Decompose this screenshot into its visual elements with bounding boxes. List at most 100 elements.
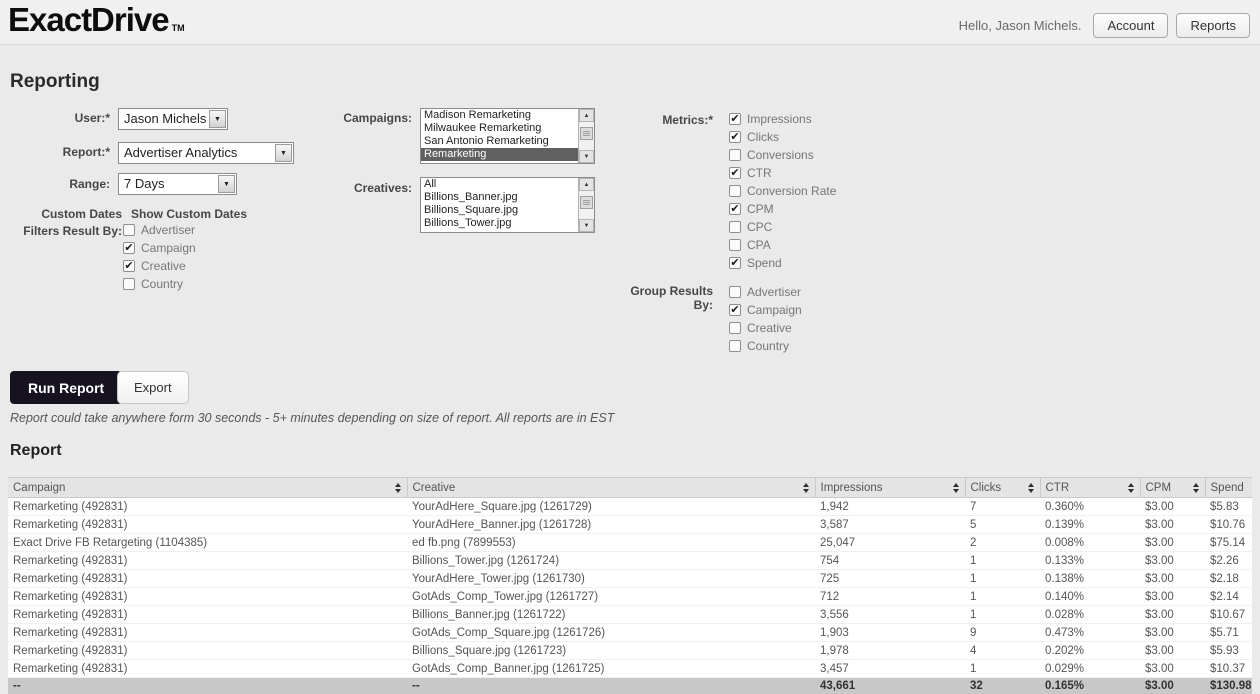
- checkbox-label: CTR: [747, 166, 772, 180]
- range-select[interactable]: 7 Days ▼: [118, 173, 237, 195]
- checked-icon: ✔: [729, 203, 741, 215]
- metrics-checkbox-group: ✔ Impressions ✔ Clicks Conversions ✔ CTR Conver…: [729, 110, 836, 272]
- table-cell: $5.93: [1205, 641, 1252, 660]
- list-option-billions-banner-jpg[interactable]: Billions_Banner.jpg: [421, 191, 578, 204]
- unchecked-icon: [729, 340, 741, 352]
- account-button[interactable]: Account: [1093, 13, 1169, 38]
- totals-cell: 32: [965, 677, 1040, 694]
- chevron-down-icon[interactable]: ▼: [209, 110, 226, 128]
- show-custom-dates-link[interactable]: Show Custom Dates: [131, 207, 247, 221]
- table-row: Remarketing (492831) GotAds_Comp_Banner.j…: [8, 659, 1252, 678]
- campaigns-listbox[interactable]: Madison Remarketing Milwaukee Remarketing…: [420, 108, 595, 164]
- scrollbar-thumb[interactable]: [580, 127, 593, 140]
- checkbox-label: Country: [141, 277, 184, 291]
- list-option-milwaukee-remarketing[interactable]: Milwaukee Remarketing: [421, 122, 578, 135]
- scroll-up-arrow-icon[interactable]: ▲: [579, 109, 594, 122]
- reporting-title: Reporting: [10, 71, 100, 92]
- table-cell: 0.473%: [1040, 623, 1140, 642]
- column-header-impressions[interactable]: Impressions: [815, 477, 966, 498]
- table-cell: $3.00: [1140, 623, 1205, 642]
- sort-icon[interactable]: [802, 483, 809, 493]
- column-header-cpm[interactable]: CPM: [1140, 477, 1206, 498]
- table-row: Remarketing (492831) YourAdHere_Banner.jp…: [8, 515, 1252, 534]
- scrollbar[interactable]: ▲ ▼: [578, 109, 594, 163]
- table-cell: $2.26: [1205, 551, 1252, 570]
- table-cell: $75.14: [1205, 533, 1252, 552]
- table-cell: ed fb.png (7899553): [407, 533, 815, 552]
- column-header-clicks[interactable]: Clicks: [965, 477, 1041, 498]
- table-row: Remarketing (492831) YourAdHere_Tower.jpg…: [8, 569, 1252, 588]
- scrollbar-thumb[interactable]: [580, 196, 593, 209]
- table-cell: Remarketing (492831): [8, 641, 407, 660]
- unchecked-icon: [729, 239, 741, 251]
- totals-row: -- -- 43,661 32 0.165% $3.00 $130.98: [8, 677, 1252, 694]
- checkbox-conversions[interactable]: Conversions: [729, 146, 836, 164]
- sort-icon[interactable]: [1027, 483, 1034, 493]
- creatives-listbox[interactable]: All Billions_Banner.jpg Billions_Square.jp…: [420, 177, 595, 233]
- scroll-up-arrow-icon[interactable]: ▲: [579, 178, 594, 191]
- list-option-san-antonio-remarketing[interactable]: San Antonio Remarketing: [421, 135, 578, 148]
- table-cell: 5: [965, 515, 1040, 534]
- checkbox-creative[interactable]: Creative: [729, 319, 802, 337]
- list-option-madison-remarketing[interactable]: Madison Remarketing: [421, 109, 578, 122]
- table-row: Remarketing (492831) Billions_Tower.jpg (…: [8, 551, 1252, 570]
- column-header-ctr[interactable]: CTR: [1040, 477, 1141, 498]
- column-header-spend[interactable]: Spend: [1205, 477, 1252, 498]
- table-cell: $3.00: [1140, 641, 1205, 660]
- checkbox-ctr[interactable]: ✔ CTR: [729, 164, 836, 182]
- checkbox-campaign[interactable]: ✔ Campaign: [123, 239, 196, 257]
- checkbox-cpm[interactable]: ✔ CPM: [729, 200, 836, 218]
- chevron-down-icon[interactable]: ▼: [275, 144, 292, 162]
- table-cell: $3.00: [1140, 515, 1205, 534]
- table-cell: Remarketing (492831): [8, 515, 407, 534]
- list-option-billions-tower-jpg[interactable]: Billions_Tower.jpg: [421, 217, 578, 230]
- sort-icon[interactable]: [1127, 483, 1134, 493]
- chevron-down-icon[interactable]: ▼: [218, 175, 235, 193]
- scroll-down-arrow-icon[interactable]: ▼: [579, 219, 594, 232]
- table-cell: $5.83: [1205, 497, 1252, 516]
- totals-cell: $130.98: [1205, 677, 1252, 694]
- list-option-billions-square-jpg[interactable]: Billions_Square.jpg: [421, 204, 578, 217]
- table-cell: $3.00: [1140, 587, 1205, 606]
- sort-icon[interactable]: [394, 483, 401, 493]
- table-cell: 0.029%: [1040, 659, 1140, 678]
- scrollbar[interactable]: ▲ ▼: [578, 178, 594, 232]
- table-row: Remarketing (492831) Billions_Square.jpg …: [8, 641, 1252, 660]
- column-header-campaign[interactable]: Campaign: [8, 477, 408, 498]
- scroll-down-arrow-icon[interactable]: ▼: [579, 150, 594, 163]
- user-select[interactable]: Jason Michels ▼: [118, 108, 228, 130]
- checkbox-conversion-rate[interactable]: Conversion Rate: [729, 182, 836, 200]
- checkbox-impressions[interactable]: ✔ Impressions: [729, 110, 836, 128]
- table-cell: 725: [815, 569, 965, 588]
- table-cell: 1: [965, 605, 1040, 624]
- list-option-remarketing[interactable]: Remarketing: [421, 148, 578, 161]
- checkbox-advertiser[interactable]: Advertiser: [729, 283, 802, 301]
- checkbox-cpc[interactable]: CPC: [729, 218, 836, 236]
- checkbox-spend[interactable]: ✔ Spend: [729, 254, 836, 272]
- checkbox-clicks[interactable]: ✔ Clicks: [729, 128, 836, 146]
- list-option-all[interactable]: All: [421, 178, 578, 191]
- table-body: Remarketing (492831) YourAdHere_Square.jp…: [8, 497, 1252, 678]
- table-cell: 1: [965, 569, 1040, 588]
- exactdrive-logo: ExactDrive TM: [8, 1, 185, 39]
- top-bar: ExactDrive TM Hello, Jason Michels. Acco…: [0, 0, 1260, 45]
- column-header-creative[interactable]: Creative: [407, 477, 816, 498]
- sort-icon[interactable]: [1192, 483, 1199, 493]
- table-cell: Remarketing (492831): [8, 623, 407, 642]
- checkbox-country[interactable]: Country: [123, 275, 196, 293]
- checkbox-creative[interactable]: ✔ Creative: [123, 257, 196, 275]
- sort-icon[interactable]: [952, 483, 959, 493]
- checkbox-label: Creative: [747, 321, 792, 335]
- checkbox-cpa[interactable]: CPA: [729, 236, 836, 254]
- reports-button[interactable]: Reports: [1176, 13, 1250, 38]
- checkbox-advertiser[interactable]: Advertiser: [123, 221, 196, 239]
- checkbox-label: Campaign: [747, 303, 802, 317]
- export-button[interactable]: Export: [117, 371, 189, 404]
- report-select[interactable]: Advertiser Analytics ▼: [118, 142, 294, 164]
- column-label: Clicks: [970, 481, 1002, 494]
- checkbox-country[interactable]: Country: [729, 337, 802, 355]
- table-row: Remarketing (492831) GotAds_Comp_Tower.jp…: [8, 587, 1252, 606]
- run-report-button[interactable]: Run Report: [10, 371, 123, 404]
- checkbox-campaign[interactable]: ✔ Campaign: [729, 301, 802, 319]
- table-cell: 1,903: [815, 623, 965, 642]
